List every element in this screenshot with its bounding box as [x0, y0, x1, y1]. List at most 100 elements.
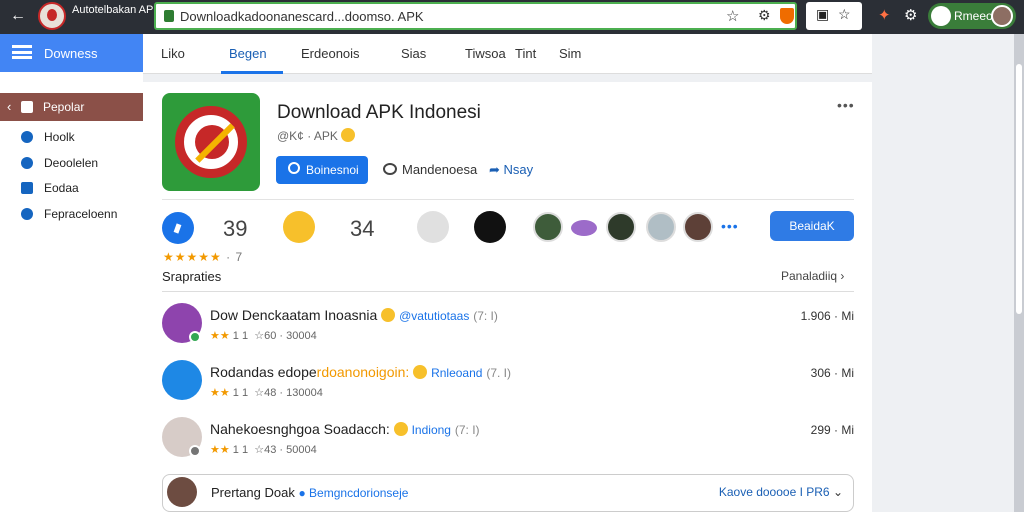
list-item-meta: ★★ 1 1 ☆60 · 30004 [210, 330, 317, 342]
list-item-title: Dow Denckaatam Inoasnia @vatutiotaas (7:… [210, 307, 498, 323]
reaction-count: 34 [350, 216, 375, 241]
extension-puzzle-icon[interactable]: ✦ [878, 6, 891, 24]
comment-icon [383, 163, 397, 175]
app-detail-card: Download APK Indonesi @K¢ · APK ••• Boin… [143, 82, 872, 512]
more-avatars-icon[interactable]: ••• [721, 218, 739, 234]
share-button[interactable]: ➦ Nsay [489, 162, 533, 178]
tab-tiwsoa[interactable]: Tiwsoa [465, 46, 506, 61]
profile-avatar [991, 5, 1013, 27]
profile-button[interactable]: Rmeeo [928, 3, 1016, 29]
list-item[interactable]: Rodandas edoperdoanonoigoin: Rnleoand (7… [162, 360, 854, 406]
list-item-title: Nahekoesnghgoa Soadacch: Indiong (7: I) [210, 421, 480, 437]
cd-reaction-icon[interactable] [474, 211, 506, 243]
url-text: Downloadkadoonanescard...doomso. APK [180, 9, 424, 24]
neutral-reaction-icon[interactable] [417, 211, 449, 243]
app-title: Download APK Indonesi [277, 102, 481, 123]
section-link[interactable]: Panaladiiq › [781, 269, 844, 283]
share-icon: ➦ [489, 162, 504, 177]
smile-emoji-icon [413, 365, 428, 379]
share-button-label: Nsay [503, 162, 534, 177]
bookmarks-icon[interactable]: ☆ [838, 6, 851, 23]
scrollbar-thumb[interactable] [1016, 64, 1022, 314]
tab-erdeonois[interactable]: Erdeonois [301, 46, 360, 61]
bullet-icon [21, 157, 33, 169]
back-arrow-icon[interactable]: ← [10, 7, 26, 25]
folder-icon [21, 101, 33, 113]
list-item-meta: ★★ 1 1 ☆48 · 130004 [210, 387, 323, 399]
app-name: Autotelbakan APP [72, 4, 161, 16]
status-badge-icon [189, 445, 201, 457]
online-badge-icon [189, 331, 201, 343]
avatar[interactable] [571, 220, 597, 236]
divider [162, 199, 854, 200]
like-reaction-icon[interactable] [162, 212, 194, 244]
more-options-icon[interactable]: ••• [837, 97, 855, 113]
featured-list-item[interactable]: Prertang Doak ● Bemgncdorionseje Kaove d… [162, 474, 854, 512]
secure-lock-icon [164, 10, 174, 22]
avatar[interactable] [533, 212, 563, 242]
divider [162, 291, 854, 292]
active-tab-indicator [221, 71, 283, 74]
tab-like[interactable]: Liko [161, 46, 185, 61]
avatar[interactable] [683, 212, 713, 242]
chevron-left-icon: ‹ [7, 99, 12, 114]
smile-emoji-icon [381, 308, 396, 322]
star-outline-icon: ☆ [254, 444, 265, 456]
section-title: Srapraties [162, 269, 222, 284]
sidebar-item-1[interactable]: Hoolk [0, 127, 143, 149]
toolbar-icon-group: ▣ ☆ [806, 2, 862, 30]
tab-sias[interactable]: Sias [401, 46, 426, 61]
address-bar[interactable]: Downloadkadoonanescard...doomso. APK ☆ ⚙ [154, 2, 797, 30]
sidebar-item-label: Fepraceloenn [44, 207, 118, 221]
profile-label: Rmeeo [954, 9, 993, 23]
smile-emoji-icon [393, 422, 408, 436]
list-item-meta: ★★ 1 1 ☆43 · 50004 [210, 444, 317, 456]
sidebar-item-2[interactable]: Deoolelen [0, 153, 143, 175]
tab-sim[interactable]: Sim [559, 46, 581, 61]
app-meta-text: @K¢ · APK [277, 129, 338, 143]
extension-icon[interactable]: ⚙ [758, 7, 771, 24]
reaction-count: 39 [223, 216, 248, 241]
list-item-size: 1.906 · Mi [800, 309, 854, 323]
chat-icon [288, 162, 300, 174]
hamburger-menu-icon[interactable] [12, 45, 32, 59]
join-button[interactable]: BeaidaK [770, 211, 854, 241]
primary-action-button[interactable]: Boinesnoi [276, 156, 368, 184]
list-item[interactable]: Nahekoesnghgoa Soadacch: Indiong (7: I) … [162, 417, 854, 463]
smile-emoji-icon [341, 128, 356, 142]
shield-icon[interactable] [780, 8, 794, 24]
sidebar-item-label: Deoolelen [44, 156, 99, 170]
bullet-icon [21, 208, 33, 220]
featured-item-action[interactable]: Kaove dooooe I PR6 ⌄ [719, 485, 843, 499]
avatar[interactable] [606, 212, 636, 242]
sidebar-item-4[interactable]: Fepraceloenn [0, 204, 143, 226]
sidebar-item-active[interactable]: ‹ Pepolar [0, 93, 143, 121]
tab-tint[interactable]: Tint [515, 46, 536, 61]
comment-button[interactable]: Mandenoesa [383, 162, 477, 177]
tab-begen[interactable]: Begen [229, 46, 267, 61]
sidebar: Downess ‹ Pepolar Hoolk Deoolelen Eodaa … [0, 34, 143, 512]
avatar [162, 360, 202, 400]
rating-stars: ★★★★★ · 7 [163, 250, 244, 264]
bookmark-star-icon[interactable]: ☆ [726, 7, 739, 25]
sidebar-item-3[interactable]: Eodaa [0, 178, 143, 200]
reader-mode-icon[interactable]: ▣ [816, 6, 829, 23]
bullet-icon [21, 131, 33, 143]
list-item[interactable]: Dow Denckaatam Inoasnia @vatutiotaas (7:… [162, 303, 854, 349]
sidebar-header[interactable]: Downess [0, 34, 143, 72]
scrollbar[interactable] [1014, 34, 1024, 512]
profile-status-icon [931, 6, 951, 26]
sidebar-item-label: Pepolar [43, 100, 85, 114]
settings-icon[interactable]: ⚙ [904, 6, 917, 24]
sidebar-title: Downess [44, 46, 98, 61]
avatar [167, 477, 197, 507]
app-meta: @K¢ · APK [277, 128, 356, 143]
avatar[interactable] [646, 212, 676, 242]
chevron-down-icon: ⌄ [832, 485, 843, 499]
smile-reaction-icon[interactable] [283, 211, 315, 243]
document-icon [21, 182, 33, 194]
sidebar-item-label: Eodaa [44, 181, 79, 195]
comment-button-label: Mandenoesa [402, 162, 478, 177]
chevron-right-icon: › [840, 269, 845, 283]
star-outline-icon: ☆ [254, 387, 265, 399]
